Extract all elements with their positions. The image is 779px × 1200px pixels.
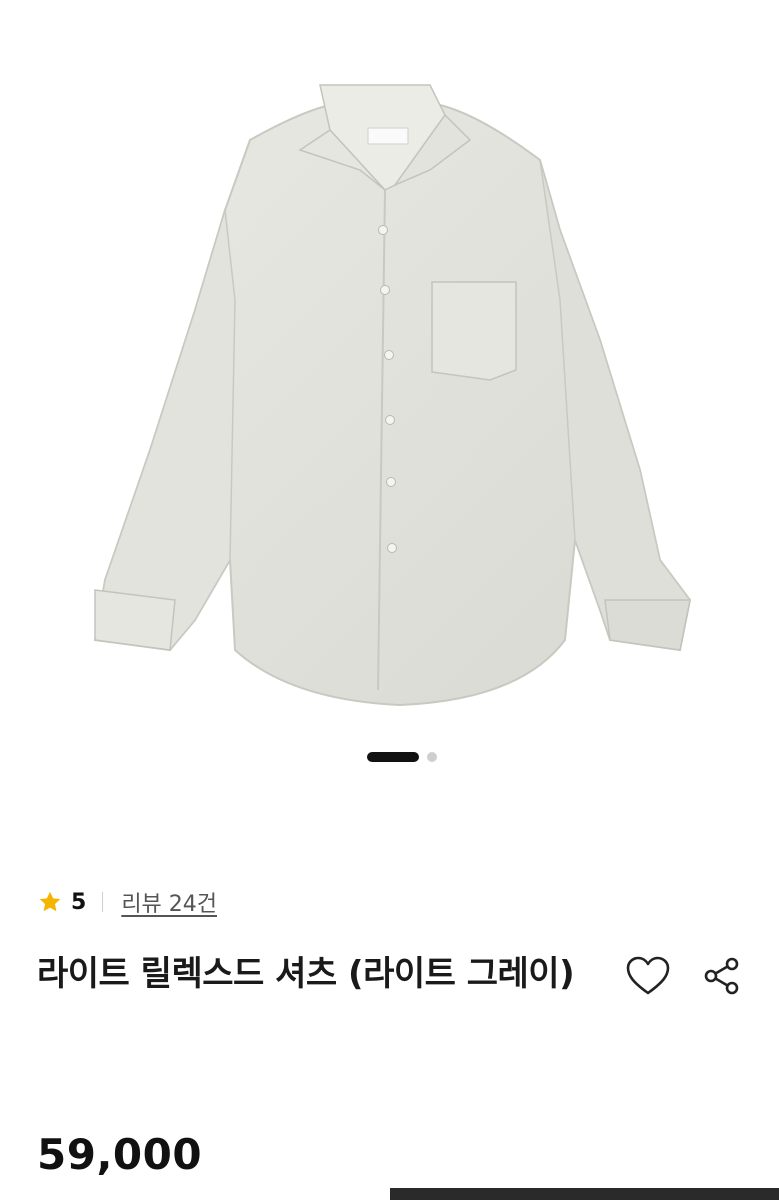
product-image: [93, 84, 692, 707]
product-title: 라이트 릴렉스드 셔츠 (라이트 그레이): [37, 954, 575, 994]
product-image-gallery[interactable]: [0, 0, 779, 730]
heart-icon[interactable]: [624, 952, 672, 1000]
rating-row: 5 리뷰 24건: [37, 884, 217, 920]
share-icon[interactable]: [698, 952, 746, 1000]
review-count-link[interactable]: 리뷰 24건: [121, 886, 217, 918]
product-actions: [624, 952, 746, 1000]
bottom-action-bar[interactable]: [390, 1188, 779, 1200]
pagination-dot[interactable]: [426, 752, 437, 762]
rating-value: 5: [71, 889, 87, 915]
divider: [102, 892, 104, 912]
pagination-dot-active[interactable]: [366, 752, 419, 762]
product-detail-page: 5 리뷰 24건 라이트 릴렉스드 셔츠 (라이트 그레이) 59,000: [0, 0, 779, 1200]
gallery-pagination[interactable]: [0, 751, 779, 763]
star-icon: [39, 891, 61, 912]
product-price: 59,000: [37, 1130, 203, 1179]
